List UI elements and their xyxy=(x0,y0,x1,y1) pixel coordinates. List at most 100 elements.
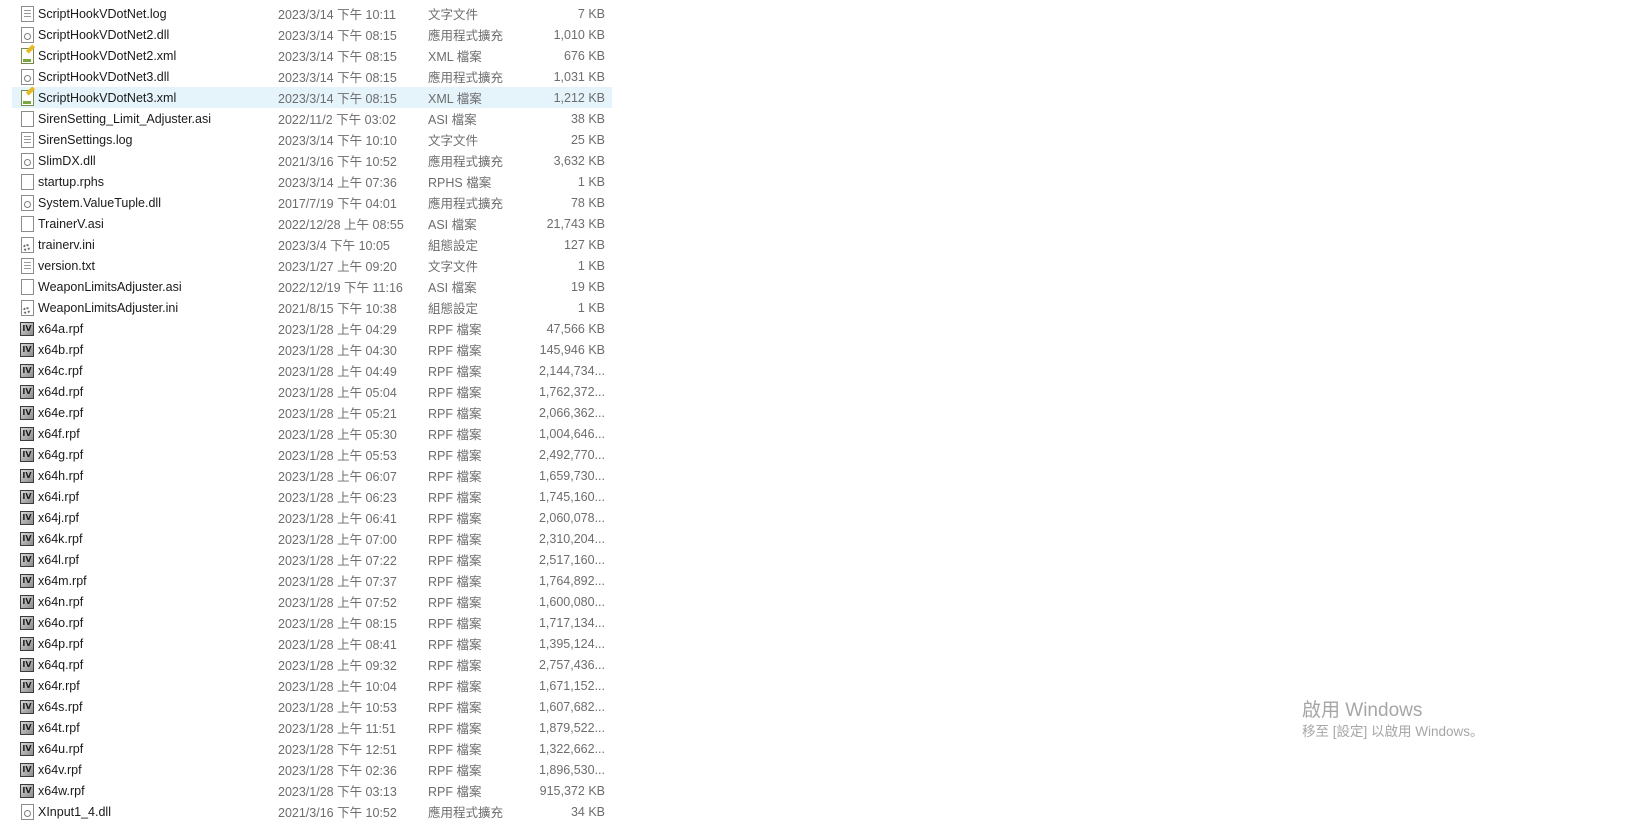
file-row[interactable]: IV x64l.rpf 2023/1/28 上午 07:22 RPF 檔案 2,517,… xyxy=(12,549,612,570)
file-date-modified: 2023/1/28 上午 04:30 xyxy=(278,344,397,358)
file-date-modified: 2023/1/28 上午 06:41 xyxy=(278,512,397,526)
file-row[interactable]: IV x64v.rpf 2023/1/28 下午 02:36 RPF 檔案 1,896,… xyxy=(12,759,612,780)
file-name: x64u.rpf xyxy=(38,741,84,756)
blank-file-icon xyxy=(20,278,34,295)
file-row[interactable]: IV x64u.rpf 2023/1/28 下午 12:51 RPF 檔案 1,322,… xyxy=(12,738,612,759)
file-row[interactable]: ScriptHookVDotNet3.xml 2023/3/14 下午 08:15… xyxy=(12,87,612,108)
file-row[interactable]: SlimDX.dll 2021/3/16 下午 10:52 應用程式擴充 3,632 … xyxy=(12,150,612,171)
file-row[interactable]: IV x64r.rpf 2023/1/28 上午 10:04 RPF 檔案 1,671,… xyxy=(12,675,612,696)
file-size: 145,946 KB xyxy=(539,342,605,357)
file-row[interactable]: IV x64e.rpf 2023/1/28 上午 05:21 RPF 檔案 2,066,… xyxy=(12,402,612,423)
file-type: 應用程式擴充 xyxy=(428,29,504,43)
file-row[interactable]: IV x64n.rpf 2023/1/28 上午 07:52 RPF 檔案 1,600,… xyxy=(12,591,612,612)
file-row[interactable]: IV x64a.rpf 2023/1/28 上午 04:29 RPF 檔案 47,566… xyxy=(12,318,612,339)
file-date-modified: 2023/3/14 下午 08:15 xyxy=(278,92,397,106)
file-row[interactable]: IV x64q.rpf 2023/1/28 上午 09:32 RPF 檔案 2,757,… xyxy=(12,654,612,675)
rpf-file-icon: IV xyxy=(20,405,34,420)
file-row[interactable]: IV x64i.rpf 2023/1/28 上午 06:23 RPF 檔案 1,745,… xyxy=(12,486,612,507)
file-size: 1,879,522... xyxy=(538,720,605,735)
file-date-modified: 2023/1/28 下午 12:51 xyxy=(278,743,397,757)
file-icon-cell: IV xyxy=(16,573,38,588)
file-type: ASI 檔案 xyxy=(428,218,477,232)
file-name: x64f.rpf xyxy=(38,426,80,441)
file-row[interactable]: IV x64g.rpf 2023/1/28 上午 05:53 RPF 檔案 2,492,… xyxy=(12,444,612,465)
file-row[interactable]: System.ValueTuple.dll 2017/7/19 下午 04:01 應… xyxy=(12,192,612,213)
file-row[interactable]: WeaponLimitsAdjuster.ini 2021/8/15 下午 10:… xyxy=(12,297,612,318)
file-icon-cell: IV xyxy=(16,552,38,567)
file-name: x64m.rpf xyxy=(38,573,87,588)
file-size: 1 KB xyxy=(577,300,605,315)
file-row[interactable]: IV x64p.rpf 2023/1/28 上午 08:41 RPF 檔案 1,395,… xyxy=(12,633,612,654)
file-type: ASI 檔案 xyxy=(428,281,477,295)
file-icon-cell xyxy=(16,131,38,148)
file-row[interactable]: WeaponLimitsAdjuster.asi 2022/12/19 下午 11… xyxy=(12,276,612,297)
file-size: 2,060,078... xyxy=(538,510,605,525)
rpf-file-icon: IV xyxy=(20,741,34,756)
file-row[interactable]: IV x64k.rpf 2023/1/28 上午 07:00 RPF 檔案 2,310,… xyxy=(12,528,612,549)
file-row[interactable]: ScriptHookVDotNet2.dll 2023/3/14 下午 08:15… xyxy=(12,24,612,45)
file-row[interactable]: TrainerV.asi 2022/12/28 上午 08:55 ASI 檔案 21,… xyxy=(12,213,612,234)
file-row[interactable]: IV x64b.rpf 2023/1/28 上午 04:30 RPF 檔案 145,94… xyxy=(12,339,612,360)
rpf-file-icon: IV xyxy=(20,552,34,567)
file-icon-cell: IV xyxy=(16,426,38,441)
file-date-modified: 2023/1/28 下午 02:36 xyxy=(278,764,397,778)
file-row[interactable]: IV x64d.rpf 2023/1/28 上午 05:04 RPF 檔案 1,762,… xyxy=(12,381,612,402)
file-row[interactable]: IV x64c.rpf 2023/1/28 上午 04:49 RPF 檔案 2,144,… xyxy=(12,360,612,381)
file-icon-cell xyxy=(16,299,38,316)
file-row[interactable]: IV x64o.rpf 2023/1/28 上午 08:15 RPF 檔案 1,717,… xyxy=(12,612,612,633)
file-name: ScriptHookVDotNet2.xml xyxy=(38,48,177,63)
file-name: x64o.rpf xyxy=(38,615,84,630)
file-type: RPF 檔案 xyxy=(428,785,482,799)
file-date-modified: 2023/1/28 上午 07:22 xyxy=(278,554,397,568)
file-icon-cell: IV xyxy=(16,321,38,336)
file-row[interactable]: version.txt 2023/1/27 上午 09:20 文字文件 1 KB xyxy=(12,255,612,276)
file-type: RPF 檔案 xyxy=(428,722,482,736)
file-date-modified: 2021/3/16 下午 10:52 xyxy=(278,155,397,169)
file-name: WeaponLimitsAdjuster.ini xyxy=(38,300,179,315)
file-type: RPF 檔案 xyxy=(428,659,482,673)
file-row[interactable]: SirenSetting_Limit_Adjuster.asi 2022/11/2… xyxy=(12,108,612,129)
blank-file-icon xyxy=(20,110,34,127)
rpf-file-icon: IV xyxy=(20,321,34,336)
file-icon-cell: IV xyxy=(16,489,38,504)
file-row[interactable]: IV x64j.rpf 2023/1/28 上午 06:41 RPF 檔案 2,060,… xyxy=(12,507,612,528)
file-row[interactable]: IV x64w.rpf 2023/1/28 下午 03:13 RPF 檔案 915,37… xyxy=(12,780,612,801)
file-row[interactable]: XInput1_4.dll 2021/3/16 下午 10:52 應用程式擴充 34 … xyxy=(12,801,612,822)
file-icon-cell xyxy=(16,152,38,169)
file-type: RPF 檔案 xyxy=(428,470,482,484)
file-icon-cell xyxy=(16,173,38,190)
file-date-modified: 2023/1/28 上午 09:32 xyxy=(278,659,397,673)
dll-file-icon xyxy=(20,26,34,43)
file-date-modified: 2023/1/28 上午 08:41 xyxy=(278,638,397,652)
file-type: ASI 檔案 xyxy=(428,113,477,127)
file-icon-cell: IV xyxy=(16,615,38,630)
file-explorer-window: ScriptHookVDotNet.log 2023/3/14 下午 10:11 文… xyxy=(0,0,1637,823)
file-row[interactable]: IV x64t.rpf 2023/1/28 上午 11:51 RPF 檔案 1,879,… xyxy=(12,717,612,738)
rpf-file-icon: IV xyxy=(20,699,34,714)
file-icon-cell xyxy=(16,194,38,211)
file-date-modified: 2023/3/14 下午 10:10 xyxy=(278,134,397,148)
file-size: 19 KB xyxy=(570,279,605,294)
file-row[interactable]: SirenSettings.log 2023/3/14 下午 10:10 文字文件 2… xyxy=(12,129,612,150)
file-type: 文字文件 xyxy=(428,8,479,22)
activate-windows-watermark: 啟用 Windows 移至 [設定] 以啟用 Windows。 xyxy=(1302,699,1484,741)
file-row[interactable]: startup.rphs 2023/3/14 上午 07:36 RPHS 檔案 1 K… xyxy=(12,171,612,192)
file-name: ScriptHookVDotNet3.xml xyxy=(38,90,177,105)
file-row[interactable]: IV x64m.rpf 2023/1/28 上午 07:37 RPF 檔案 1,764,… xyxy=(12,570,612,591)
file-row[interactable]: IV x64h.rpf 2023/1/28 上午 06:07 RPF 檔案 1,659,… xyxy=(12,465,612,486)
file-row[interactable]: IV x64s.rpf 2023/1/28 上午 10:53 RPF 檔案 1,607,… xyxy=(12,696,612,717)
file-date-modified: 2023/3/4 下午 10:05 xyxy=(278,239,390,253)
file-row[interactable]: ScriptHookVDotNet.log 2023/3/14 下午 10:11 文… xyxy=(12,3,612,24)
rpf-file-icon: IV xyxy=(20,594,34,609)
file-row[interactable]: trainerv.ini 2023/3/4 下午 10:05 組態設定 127 KB xyxy=(12,234,612,255)
file-row[interactable]: IV x64f.rpf 2023/1/28 上午 05:30 RPF 檔案 1,004,… xyxy=(12,423,612,444)
file-size: 1,717,134... xyxy=(538,615,605,630)
file-list[interactable]: ScriptHookVDotNet.log 2023/3/14 下午 10:11 文… xyxy=(12,3,612,822)
file-row[interactable]: ScriptHookVDotNet3.dll 2023/3/14 下午 08:15… xyxy=(12,66,612,87)
file-type: 文字文件 xyxy=(428,134,479,148)
file-row[interactable]: ScriptHookVDotNet2.xml 2023/3/14 下午 08:15… xyxy=(12,45,612,66)
file-size: 1,031 KB xyxy=(553,69,605,84)
file-icon-cell xyxy=(16,215,38,232)
rpf-file-icon: IV xyxy=(20,384,34,399)
file-icon-cell xyxy=(16,68,38,85)
